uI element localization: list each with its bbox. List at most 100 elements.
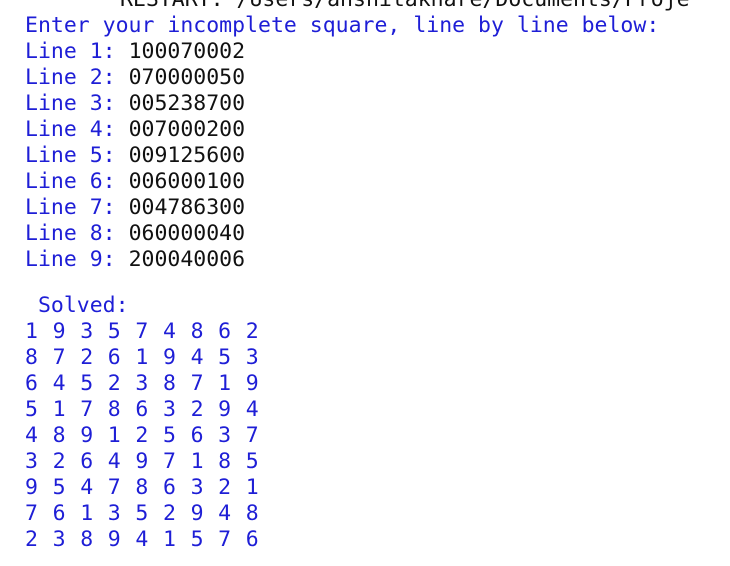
solution-cell: 1 xyxy=(218,371,232,396)
line-value: 200040006 xyxy=(128,247,246,272)
solution-cell: 6 xyxy=(80,449,94,474)
solution-cell: 2 xyxy=(245,319,259,344)
input-line-9: Line 9: 200040006 xyxy=(25,247,245,273)
solution-cell: 4 xyxy=(218,501,232,526)
solution-cell: 3 xyxy=(52,527,66,552)
solution-cell: 7 xyxy=(52,345,66,370)
line-label: Line 5: xyxy=(25,143,129,168)
solution-cell: 2 xyxy=(107,371,121,396)
restart-header: RESTART: /Users/anshitakhare/Documents/P… xyxy=(120,0,690,13)
solution-cell: 4 xyxy=(245,397,259,422)
solution-cell: 3 xyxy=(107,501,121,526)
line-value: 005238700 xyxy=(128,91,246,116)
solution-row: 193574862 xyxy=(25,319,273,345)
solution-cell: 8 xyxy=(52,423,66,448)
solution-cell: 3 xyxy=(190,475,204,500)
solution-cell: 9 xyxy=(25,475,38,500)
solution-row: 761352948 xyxy=(25,501,273,527)
solution-cell: 2 xyxy=(162,501,176,526)
solution-cell: 9 xyxy=(245,371,259,396)
solution-cell: 1 xyxy=(52,397,66,422)
solution-cell: 6 xyxy=(25,371,38,396)
line-label: Line 1: xyxy=(25,39,129,64)
solution-cell: 4 xyxy=(25,423,38,448)
solution-cell: 7 xyxy=(162,449,176,474)
solution-row: 489125637 xyxy=(25,423,273,449)
solution-cell: 7 xyxy=(245,423,259,448)
solution-cell: 3 xyxy=(162,397,176,422)
solution-cell: 7 xyxy=(135,319,149,344)
solution-cell: 5 xyxy=(190,527,204,552)
line-value: 006000100 xyxy=(128,169,246,194)
solution-cell: 9 xyxy=(190,501,204,526)
solution-cell: 8 xyxy=(162,371,176,396)
solution-row: 645238719 xyxy=(25,371,273,397)
line-label: Line 9: xyxy=(25,247,129,272)
solution-cell: 9 xyxy=(107,527,121,552)
input-line-5: Line 5: 009125600 xyxy=(25,143,245,169)
input-line-3: Line 3: 005238700 xyxy=(25,91,245,117)
line-label: Line 3: xyxy=(25,91,129,116)
line-label: Line 7: xyxy=(25,195,129,220)
solution-cell: 6 xyxy=(107,345,121,370)
solution-cell: 6 xyxy=(190,423,204,448)
solution-cell: 4 xyxy=(107,449,121,474)
solution-cell: 7 xyxy=(25,501,38,526)
solution-cell: 5 xyxy=(245,449,259,474)
line-label: Line 2: xyxy=(25,65,129,90)
solution-cell: 5 xyxy=(135,501,149,526)
solution-cell: 1 xyxy=(107,423,121,448)
input-line-6: Line 6: 006000100 xyxy=(25,169,245,195)
solution-cell: 2 xyxy=(52,449,66,474)
solution-cell: 1 xyxy=(245,475,259,500)
solution-cell: 1 xyxy=(162,527,176,552)
solution-cell: 4 xyxy=(52,371,66,396)
solution-cell: 9 xyxy=(162,345,176,370)
solution-cell: 6 xyxy=(218,319,232,344)
solution-row: 238941576 xyxy=(25,527,273,553)
solution-row: 872619453 xyxy=(25,345,273,371)
shell-output: RESTART: /Users/anshitakhare/Documents/P… xyxy=(0,0,730,566)
line-value: 100070002 xyxy=(128,39,246,64)
line-label: Line 8: xyxy=(25,221,129,246)
solution-cell: 6 xyxy=(245,527,259,552)
solution-cell: 7 xyxy=(190,371,204,396)
line-value: 009125600 xyxy=(128,143,246,168)
input-line-8: Line 8: 060000040 xyxy=(25,221,245,247)
line-value: 060000040 xyxy=(128,221,246,246)
solution-row: 517863294 xyxy=(25,397,273,423)
input-line-1: Line 1: 100070002 xyxy=(25,39,245,65)
solution-cell: 2 xyxy=(25,527,38,552)
solution-cell: 5 xyxy=(107,319,121,344)
solution-cell: 2 xyxy=(190,397,204,422)
solution-cell: 3 xyxy=(80,319,94,344)
solution-cell: 8 xyxy=(135,475,149,500)
solution-cell: 2 xyxy=(135,423,149,448)
solution-cell: 4 xyxy=(135,527,149,552)
solution-cell: 8 xyxy=(107,397,121,422)
line-label: Line 4: xyxy=(25,117,129,142)
solution-cell: 3 xyxy=(25,449,38,474)
solution-row: 326497185 xyxy=(25,449,273,475)
solution-cell: 3 xyxy=(245,345,259,370)
solution-cell: 8 xyxy=(218,449,232,474)
solution-cell: 7 xyxy=(107,475,121,500)
line-value: 004786300 xyxy=(128,195,246,220)
solution-cell: 3 xyxy=(218,423,232,448)
input-line-4: Line 4: 007000200 xyxy=(25,117,245,143)
solution-cell: 9 xyxy=(135,449,149,474)
solution-cell: 7 xyxy=(80,397,94,422)
solution-cell: 6 xyxy=(135,397,149,422)
solution-cell: 2 xyxy=(80,345,94,370)
solution-cell: 5 xyxy=(218,345,232,370)
line-value: 070000050 xyxy=(128,65,246,90)
solution-cell: 1 xyxy=(135,345,149,370)
solution-cell: 9 xyxy=(80,423,94,448)
solution-cell: 5 xyxy=(162,423,176,448)
solution-cell: 8 xyxy=(190,319,204,344)
solution-cell: 4 xyxy=(80,475,94,500)
solved-label: Solved: xyxy=(25,293,129,318)
solution-cell: 1 xyxy=(25,319,38,344)
solution-cell: 5 xyxy=(80,371,94,396)
solution-cell: 8 xyxy=(245,501,259,526)
